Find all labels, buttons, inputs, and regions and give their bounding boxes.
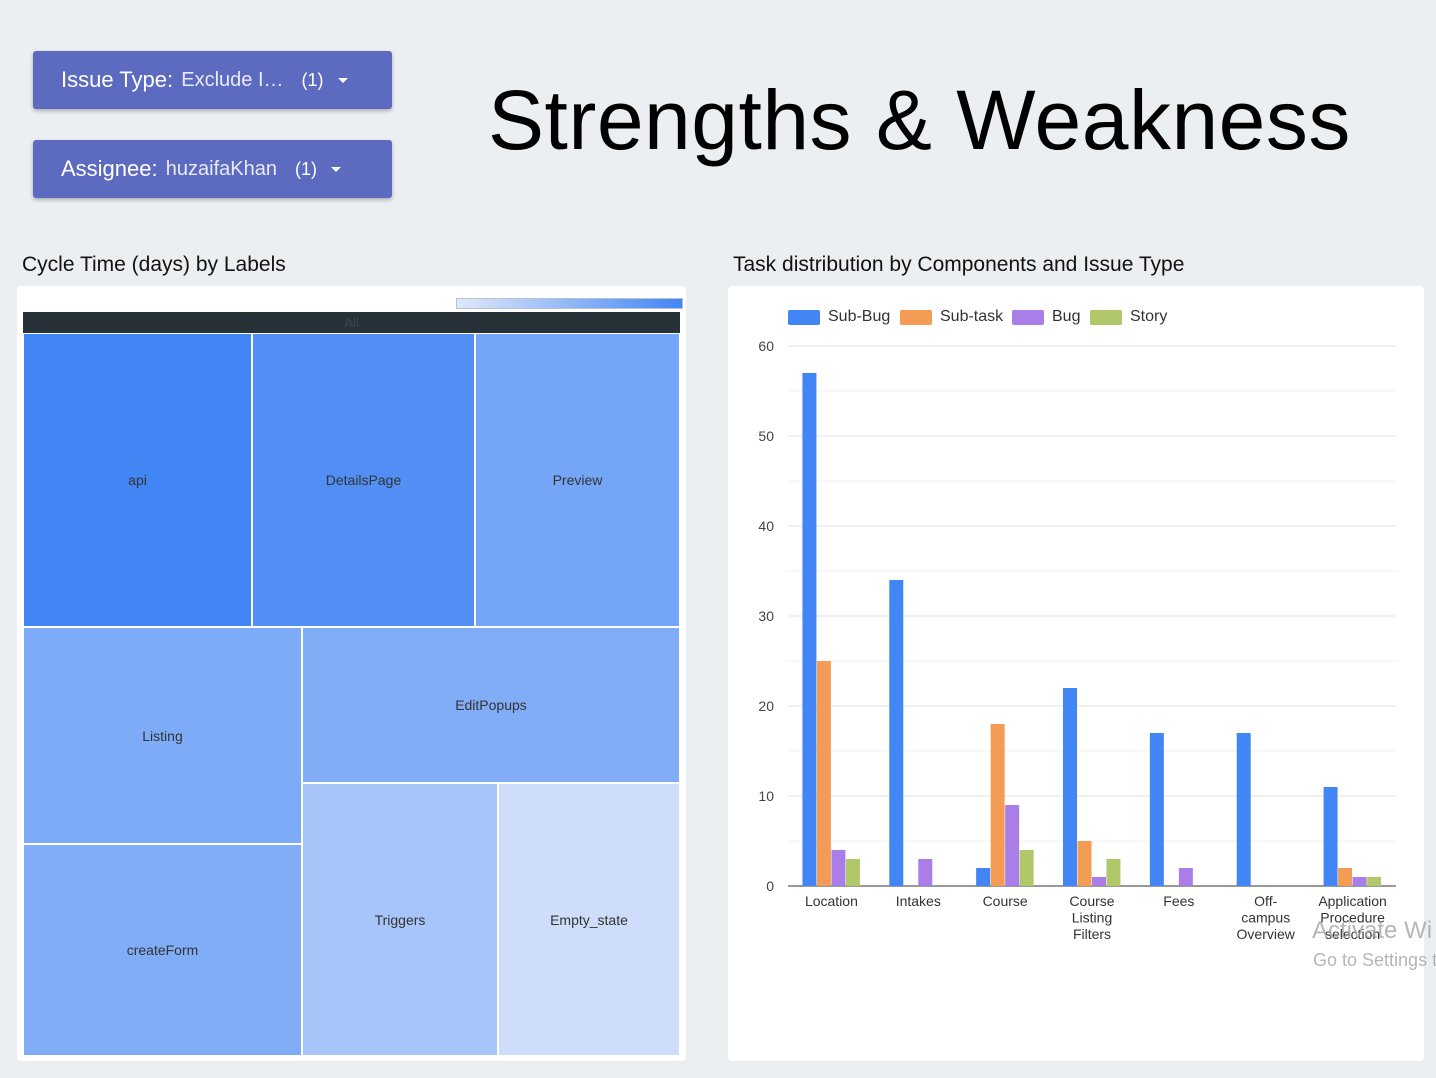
caret-down-icon bbox=[330, 166, 341, 172]
x-tick-label: Course bbox=[1069, 893, 1114, 909]
filter-separator: : bbox=[167, 67, 180, 92]
barchart-title: Task distribution by Components and Issu… bbox=[733, 253, 1185, 276]
bar[interactable] bbox=[1063, 688, 1077, 886]
bar[interactable] bbox=[1092, 877, 1106, 886]
treemap-root-header[interactable]: All bbox=[23, 312, 680, 333]
y-tick-label: 60 bbox=[758, 338, 774, 354]
x-tick-label: Fees bbox=[1163, 893, 1194, 909]
treemap-cell-editpopups[interactable]: EditPopups bbox=[302, 627, 680, 783]
treemap-cell-api[interactable]: api bbox=[23, 333, 252, 627]
x-tick-label: campus bbox=[1241, 910, 1290, 926]
x-tick-label: Listing bbox=[1072, 910, 1112, 926]
page-title: Strengths & Weakness bbox=[488, 73, 1351, 167]
watermark-line1: Activate Wi bbox=[1312, 917, 1433, 944]
treemap-cell-label: Empty_state bbox=[550, 911, 628, 928]
treemap-cell-label: Triggers bbox=[374, 911, 426, 928]
filter-name: Assignee bbox=[61, 156, 152, 181]
x-tick-label: Overview bbox=[1237, 926, 1296, 942]
bar[interactable] bbox=[816, 661, 831, 886]
treemap-cell-createform[interactable]: createForm bbox=[23, 844, 302, 1056]
y-tick-label: 50 bbox=[758, 428, 774, 444]
filter-value: huzaifaKhan bbox=[165, 157, 277, 180]
bar[interactable] bbox=[1019, 850, 1034, 886]
treemap-cell-label: api bbox=[128, 472, 147, 488]
bar[interactable] bbox=[1178, 868, 1193, 886]
x-tick-label: Off- bbox=[1254, 893, 1277, 909]
bar[interactable] bbox=[976, 868, 991, 886]
treemap-cell-listing[interactable]: Listing bbox=[23, 627, 302, 844]
treemap-card: All api DetailsPage Preview Listing Edit… bbox=[17, 286, 686, 1061]
x-tick-label: Application bbox=[1318, 893, 1387, 909]
treemap-title: Cycle Time (days) by Labels bbox=[22, 253, 286, 276]
treemap-cell-detailspage[interactable]: DetailsPage bbox=[252, 333, 475, 627]
filter-count: (1) bbox=[294, 158, 317, 179]
y-tick-label: 20 bbox=[758, 698, 774, 714]
treemap-cell-label: DetailsPage bbox=[325, 472, 402, 488]
y-tick-label: 30 bbox=[758, 608, 774, 624]
bar[interactable] bbox=[1077, 841, 1092, 886]
bar[interactable] bbox=[1236, 733, 1251, 886]
caret-down-icon bbox=[337, 77, 348, 83]
bar[interactable] bbox=[1352, 877, 1367, 886]
bar[interactable] bbox=[889, 580, 904, 886]
x-tick-label: Filters bbox=[1073, 926, 1111, 942]
watermark-line2: Go to Settings t bbox=[1313, 950, 1436, 970]
treemap-cell-empty-state[interactable]: Empty_state bbox=[498, 783, 680, 1056]
bar[interactable] bbox=[845, 859, 860, 886]
y-tick-label: 0 bbox=[766, 878, 774, 894]
treemap-cell-label: createForm bbox=[126, 942, 199, 958]
assignee-filter-button[interactable]: Assignee: huzaifaKhan (1) bbox=[33, 140, 392, 198]
x-tick-label: Intakes bbox=[896, 893, 941, 909]
treemap-cell-label: EditPopups bbox=[455, 697, 527, 713]
treemap-cell-label: Preview bbox=[552, 472, 603, 488]
y-tick-label: 40 bbox=[758, 518, 774, 534]
bar[interactable] bbox=[1106, 859, 1121, 886]
treemap-cell-preview[interactable]: Preview bbox=[475, 333, 680, 627]
filter-name: Issue Type bbox=[61, 67, 167, 92]
bar[interactable] bbox=[802, 373, 817, 886]
treemap-cell-label: Listing bbox=[142, 727, 183, 744]
color-scale-legend bbox=[456, 298, 683, 309]
filter-count: (1) bbox=[301, 69, 324, 90]
x-tick-label: Location bbox=[805, 893, 858, 909]
y-tick-label: 10 bbox=[758, 788, 774, 804]
bar[interactable] bbox=[918, 859, 933, 886]
filter-separator: : bbox=[151, 156, 164, 181]
bar[interactable] bbox=[1323, 787, 1338, 886]
bar[interactable] bbox=[1338, 868, 1353, 886]
treemap-cell-triggers[interactable]: Triggers bbox=[302, 783, 498, 1056]
bar[interactable] bbox=[831, 850, 846, 886]
filter-value: Exclude I… bbox=[181, 68, 284, 91]
bar[interactable] bbox=[1149, 733, 1164, 886]
x-tick-label: Course bbox=[983, 893, 1028, 909]
issue-type-filter-button[interactable]: Issue Type: Exclude I… (1) bbox=[33, 51, 392, 109]
bar[interactable] bbox=[990, 724, 1005, 886]
bar[interactable] bbox=[1005, 805, 1020, 886]
bar[interactable] bbox=[1367, 877, 1382, 886]
